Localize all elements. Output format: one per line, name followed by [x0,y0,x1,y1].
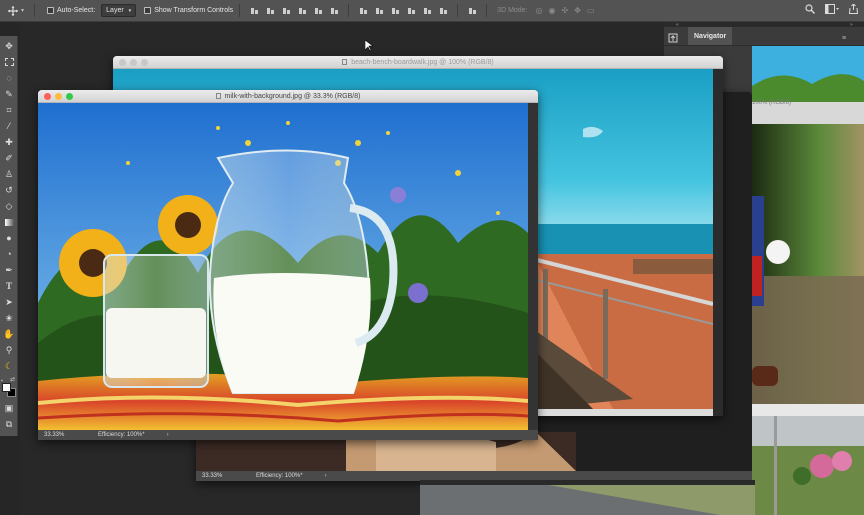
show-transform-label: Show Transform Controls [154,7,234,14]
show-transform-checkbox[interactable] [144,7,152,14]
beach-window-controls [119,59,148,66]
maximize-button[interactable] [141,59,148,66]
distribute-left-icon[interactable] [407,6,416,15]
milk-efficiency-readout: Efficiency: 100%* [98,432,145,438]
align-right-icon[interactable] [330,6,339,15]
collapse-left-icon[interactable]: « [676,22,679,28]
3d-mode-icons: ◎◉✣✥▭ [535,6,601,15]
chevron-down-icon: ▾ [128,7,132,14]
distribute-right-icon[interactable] [439,6,448,15]
document-icon [342,59,348,65]
tab-navigator[interactable]: Navigator [688,27,733,45]
auto-select-checkbox[interactable] [47,7,55,14]
share-icon[interactable] [849,4,858,14]
screen-mode-icon[interactable]: ⧉ [3,418,15,430]
history-panel-icon[interactable] [668,33,678,43]
right-window-title: 100% (RGB/8) [752,100,792,106]
options-bar: ▾ Auto-Select: Layer ▾ Show Transform Co… [0,0,864,22]
lasso-tool-icon[interactable]: ◌ [3,72,15,84]
zoom-tool-icon[interactable]: ⚲ [3,344,15,356]
move-tool-icon[interactable]: ✥ [3,40,15,52]
align-hcenter-icon[interactable] [314,6,323,15]
auto-select-dropdown[interactable]: Layer ▾ [101,4,137,17]
auto-align-icon[interactable] [468,6,477,15]
brush-tool-icon[interactable]: ✐ [3,152,15,164]
type-tool-icon[interactable]: T [3,280,15,292]
move-tool-icon[interactable] [8,5,18,16]
banana-icon[interactable]: ☾ [3,360,15,372]
milk-status-arrow-icon[interactable]: › [167,432,169,438]
collapse-right-icon[interactable]: » [850,22,853,28]
auto-select-value: Layer [106,7,124,14]
back-status-arrow-icon[interactable]: › [325,473,327,479]
close-button[interactable] [44,93,51,100]
align-vcenter-icon[interactable] [266,6,275,15]
bottom-document-peek [420,480,755,515]
distribute-hcenter-icon[interactable] [423,6,432,15]
gradient-tool-icon[interactable] [3,216,15,228]
tools-panel: ✥ ◌ ✎ ⌗ ⁄ ✚ ✐ ♙ ↺ ◇ ● ◔ ✒ T ➤ ✬ ✋ ⚲ ☾ ▪ … [0,36,18,436]
clone-stamp-tool-icon[interactable]: ♙ [3,168,15,180]
document-icon [215,93,221,99]
align-top-icon[interactable] [250,6,259,15]
search-icon[interactable] [805,4,815,14]
align-left-icon[interactable] [298,6,307,15]
dodge-tool-icon[interactable]: ◔ [3,248,15,260]
distribute-vcenter-icon[interactable] [375,6,384,15]
distribute-top-icon[interactable] [359,6,368,15]
milk-window-controls [44,93,73,100]
rectangle-tool-icon[interactable]: ✬ [3,312,15,324]
beach-title-bar[interactable]: beach-bench-boardwalk.jpg @ 100% (RGB/8) [113,56,723,69]
pen-tool-icon[interactable]: ✒ [3,264,15,276]
beach-window-title: beach-bench-boardwalk.jpg @ 100% (RGB/8) [351,58,494,66]
milk-title-bar[interactable]: milk-with-background.jpg @ 33.3% (RGB/8) [38,90,538,103]
crop-tool-icon[interactable]: ⌗ [3,104,15,116]
workspace-switcher-icon[interactable] [825,4,839,14]
maximize-button[interactable] [66,93,73,100]
milk-document-canvas [38,103,538,430]
history-brush-tool-icon[interactable]: ↺ [3,184,15,196]
3d-mode-label: 3D Mode: [497,7,528,14]
quick-mask-icon[interactable]: ▣ [3,402,15,414]
close-button[interactable] [119,59,126,66]
blur-tool-icon[interactable]: ● [3,232,15,244]
distribute-bottom-icon[interactable] [391,6,400,15]
mouse-cursor-icon [365,40,373,52]
foreground-color-swatch[interactable] [2,383,11,392]
path-select-tool-icon[interactable]: ➤ [3,296,15,308]
panel-menu-icon[interactable]: ≡ [842,35,854,42]
milk-window-title: milk-with-background.jpg @ 33.3% (RGB/8) [224,92,361,100]
swap-colors-icon[interactable]: ⇄ [10,376,15,383]
back-efficiency-readout: Efficiency: 100%* [256,473,303,479]
milk-zoom-readout[interactable]: 33.33% [44,432,98,438]
minimize-button[interactable] [130,59,137,66]
tool-preset-arrow-icon[interactable]: ▾ [21,7,24,14]
auto-select-label: Auto-Select: [57,7,96,14]
eyedropper-tool-icon[interactable]: ⁄ [3,120,15,132]
healing-brush-tool-icon[interactable]: ✚ [3,136,15,148]
tab-navigator-label: Navigator [694,32,727,40]
document-window-milk[interactable]: milk-with-background.jpg @ 33.3% (RGB/8) [38,90,538,440]
hand-tool-icon[interactable]: ✋ [3,328,15,340]
right-document-peek [752,46,864,515]
minimize-button[interactable] [55,93,62,100]
back-zoom-readout[interactable]: 33.33% [202,473,256,479]
eraser-tool-icon[interactable]: ◇ [3,200,15,212]
marquee-tool-icon[interactable] [3,56,15,68]
align-bottom-icon[interactable] [282,6,291,15]
milk-status-bar: 33.33% Efficiency: 100%* › [38,430,538,440]
quick-select-tool-icon[interactable]: ✎ [3,88,15,100]
